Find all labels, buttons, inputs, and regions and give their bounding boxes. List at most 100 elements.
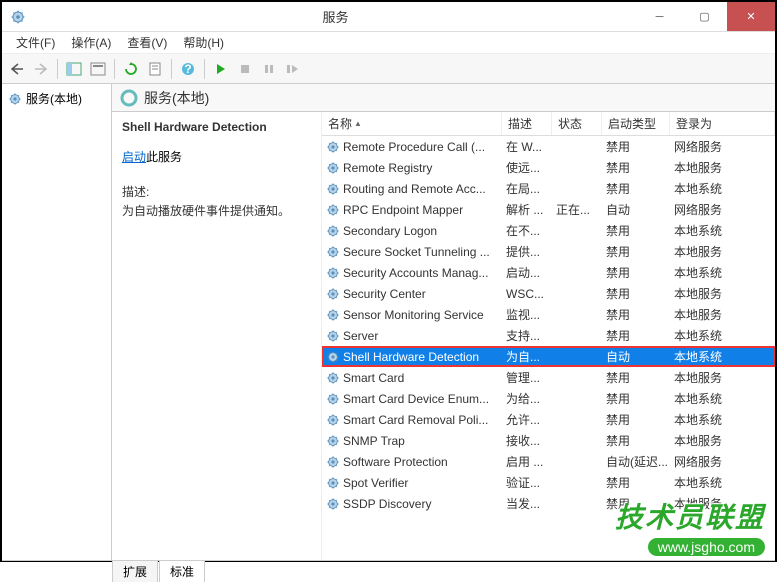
- window-controls: ─ ▢ ✕: [637, 2, 775, 31]
- back-button[interactable]: [6, 58, 28, 80]
- start-service-button[interactable]: [210, 58, 232, 80]
- selected-service-name: Shell Hardware Detection: [122, 120, 311, 134]
- pause-service-button[interactable]: [258, 58, 280, 80]
- service-row[interactable]: Smart Card Device Enum...为给...禁用本地系统: [322, 388, 775, 409]
- cell-desc: 在不...: [506, 222, 556, 239]
- cell-name: Remote Registry: [343, 161, 506, 175]
- gear-icon: [326, 476, 340, 490]
- service-row[interactable]: Software Protection启用 ...自动(延迟...网络服务: [322, 451, 775, 472]
- service-row[interactable]: Remote Registry使远...禁用本地服务: [322, 157, 775, 178]
- cell-startup: 禁用: [606, 222, 674, 239]
- cell-name: Security Accounts Manag...: [343, 266, 506, 280]
- cell-startup: 禁用: [606, 138, 674, 155]
- show-hide-tree-button[interactable]: [63, 58, 85, 80]
- service-row[interactable]: Spot Verifier验证...禁用本地系统: [322, 472, 775, 493]
- service-row[interactable]: Routing and Remote Acc...在局...禁用本地系统: [322, 178, 775, 199]
- tree-panel: 服务(本地): [2, 84, 112, 560]
- cell-desc: 解析 ...: [506, 201, 556, 218]
- restart-service-button[interactable]: [282, 58, 304, 80]
- cell-startup: 禁用: [606, 243, 674, 260]
- stop-service-button[interactable]: [234, 58, 256, 80]
- cell-startup: 自动: [606, 348, 674, 365]
- cell-startup: 禁用: [606, 432, 674, 449]
- export-button[interactable]: [87, 58, 109, 80]
- gear-icon: [326, 371, 340, 385]
- svg-text:?: ?: [184, 62, 191, 76]
- service-row[interactable]: Security CenterWSC...禁用本地服务: [322, 283, 775, 304]
- cell-logon: 本地服务: [674, 432, 775, 449]
- cell-desc: 提供...: [506, 243, 556, 260]
- tab-standard[interactable]: 标准: [159, 560, 205, 582]
- maximize-button[interactable]: ▢: [682, 2, 727, 31]
- cell-startup: 禁用: [606, 411, 674, 428]
- forward-button[interactable]: [30, 58, 52, 80]
- watermark-logo: 技术员联盟: [615, 496, 765, 536]
- service-row[interactable]: Secondary Logon在不...禁用本地系统: [322, 220, 775, 241]
- menu-action[interactable]: 操作(A): [63, 32, 119, 53]
- tree-root[interactable]: 服务(本地): [4, 88, 109, 109]
- cell-startup: 禁用: [606, 306, 674, 323]
- service-row[interactable]: Smart Card管理...禁用本地服务: [322, 367, 775, 388]
- service-row[interactable]: Sensor Monitoring Service监视...禁用本地服务: [322, 304, 775, 325]
- close-button[interactable]: ✕: [727, 2, 775, 31]
- cell-name: SNMP Trap: [343, 434, 506, 448]
- service-row[interactable]: Smart Card Removal Poli...允许... 禁用本地系统: [322, 409, 775, 430]
- col-name[interactable]: 名称▲: [322, 112, 502, 135]
- cell-name: Remote Procedure Call (...: [343, 140, 506, 154]
- cell-desc: 当发...: [506, 495, 556, 512]
- col-logon[interactable]: 登录为: [670, 112, 775, 135]
- refresh-button[interactable]: [120, 58, 142, 80]
- detail-pane: Shell Hardware Detection 启动此服务 描述: 为自动播放…: [112, 112, 322, 560]
- menu-view[interactable]: 查看(V): [119, 32, 175, 53]
- panel-header-icon: [120, 89, 138, 107]
- service-row[interactable]: SNMP Trap接收...禁用本地服务: [322, 430, 775, 451]
- menu-help[interactable]: 帮助(H): [175, 32, 232, 53]
- col-desc[interactable]: 描述: [502, 112, 552, 135]
- gear-icon: [326, 203, 340, 217]
- service-row[interactable]: Secure Socket Tunneling ...提供...禁用本地服务: [322, 241, 775, 262]
- cell-desc: 在 W...: [506, 138, 556, 155]
- window-title: 服务: [34, 7, 637, 26]
- service-row[interactable]: Remote Procedure Call (...在 W...禁用网络服务: [322, 136, 775, 157]
- cell-logon: 本地服务: [674, 243, 775, 260]
- panel-header: 服务(本地): [112, 84, 775, 112]
- cell-desc: 启用 ...: [506, 453, 556, 470]
- cell-startup: 禁用: [606, 264, 674, 281]
- start-service-link[interactable]: 启动: [122, 150, 146, 164]
- tabs: 扩展 标准: [2, 560, 775, 582]
- service-row[interactable]: Server支持...禁用本地系统: [322, 325, 775, 346]
- menu-file[interactable]: 文件(F): [8, 32, 63, 53]
- tree-root-label: 服务(本地): [26, 90, 82, 107]
- service-row[interactable]: RPC Endpoint Mapper解析 ...正在...自动网络服务: [322, 199, 775, 220]
- cell-name: Server: [343, 329, 506, 343]
- cell-startup: 禁用: [606, 369, 674, 386]
- cell-desc: 管理...: [506, 369, 556, 386]
- service-row[interactable]: Shell Hardware Detection为自...自动本地系统: [322, 346, 775, 367]
- watermark-url: www.jsgho.com: [648, 538, 765, 556]
- service-row[interactable]: Security Accounts Manag...启动...禁用本地系统: [322, 262, 775, 283]
- cell-name: Routing and Remote Acc...: [343, 182, 506, 196]
- gear-icon: [326, 287, 340, 301]
- cell-desc: 允许...: [506, 411, 556, 428]
- cell-logon: 本地系统: [674, 411, 775, 428]
- cell-desc: WSC...: [506, 287, 556, 301]
- cell-logon: 本地系统: [674, 348, 775, 365]
- minimize-button[interactable]: ─: [637, 2, 682, 31]
- cell-name: RPC Endpoint Mapper: [343, 203, 506, 217]
- help-button[interactable]: ?: [177, 58, 199, 80]
- menubar: 文件(F) 操作(A) 查看(V) 帮助(H): [2, 32, 775, 54]
- tab-extended[interactable]: 扩展: [112, 560, 158, 582]
- gear-icon: [326, 224, 340, 238]
- cell-logon: 网络服务: [674, 201, 775, 218]
- col-status[interactable]: 状态: [552, 112, 602, 135]
- cell-logon: 本地服务: [674, 285, 775, 302]
- gear-icon: [326, 350, 340, 364]
- properties-button[interactable]: [144, 58, 166, 80]
- gear-icon: [326, 245, 340, 259]
- description-text: 为自动播放硬件事件提供通知。: [122, 202, 311, 219]
- description-label: 描述:: [122, 183, 311, 200]
- toolbar: ?: [2, 54, 775, 84]
- cell-name: Smart Card Removal Poli...: [343, 413, 506, 427]
- col-startup[interactable]: 启动类型: [602, 112, 670, 135]
- cell-startup: 禁用: [606, 285, 674, 302]
